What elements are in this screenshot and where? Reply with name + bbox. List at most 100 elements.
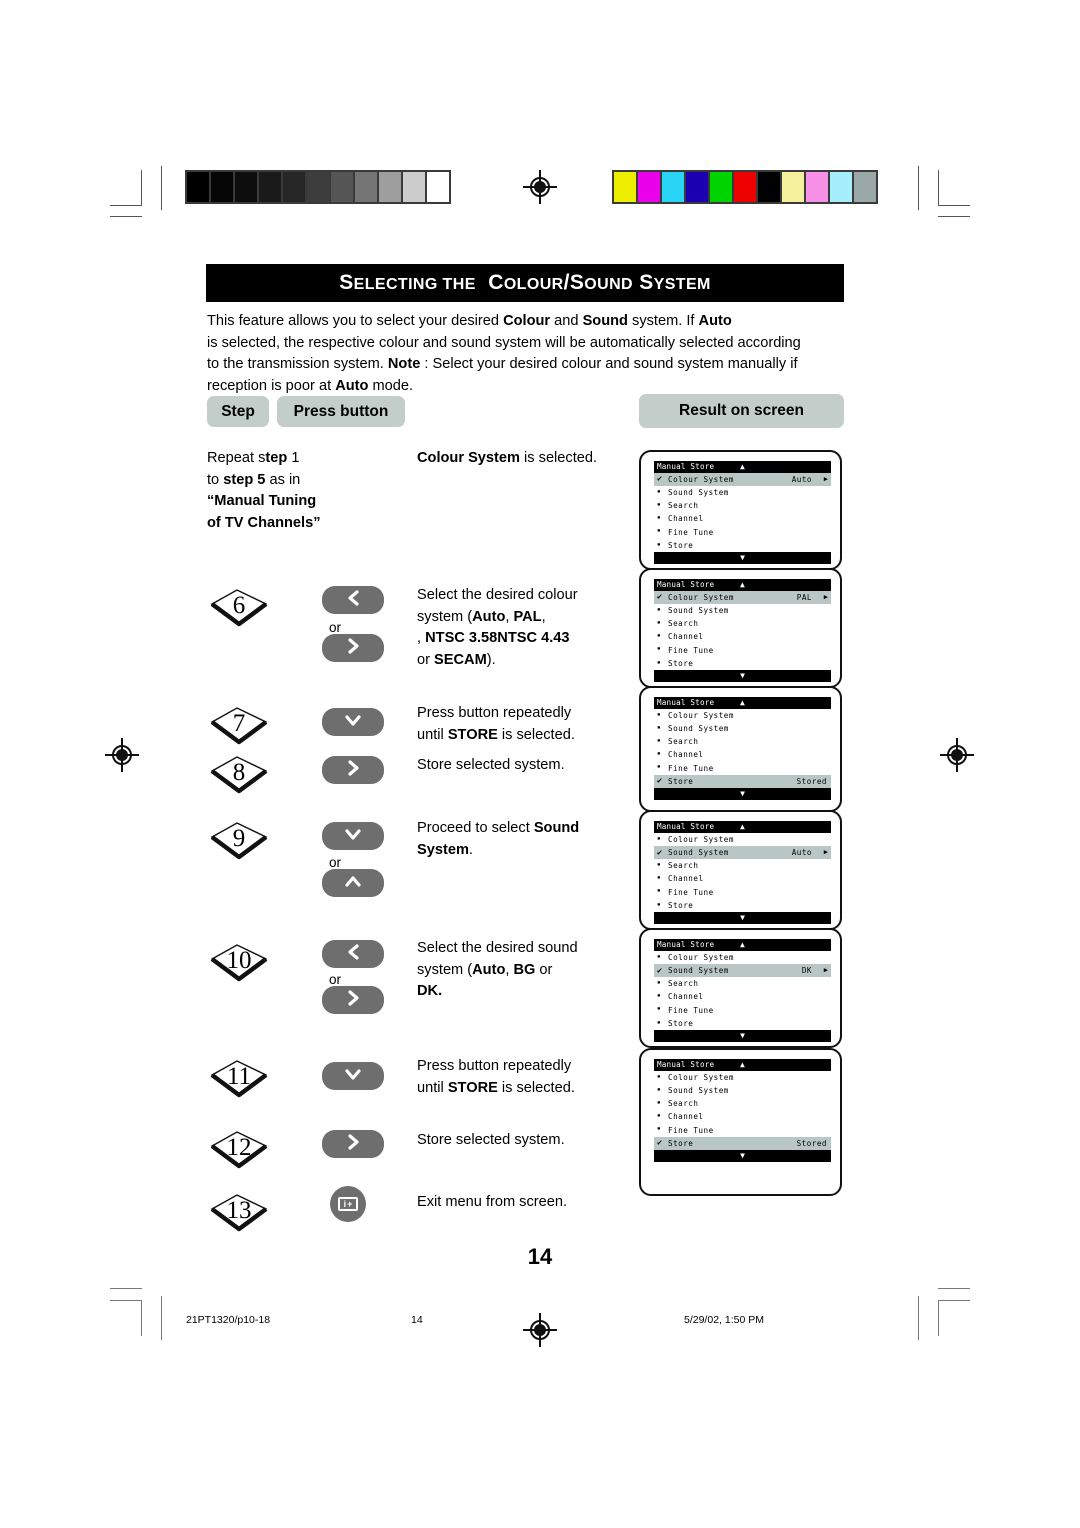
osd-menu-item[interactable]: ▪ Fine Tune [654, 886, 831, 899]
osd-menu-item[interactable]: ▪ Colour System [654, 833, 831, 846]
osd-menu-item[interactable]: ▪ Channel [654, 873, 831, 886]
osd-item-label: Channel [668, 874, 704, 884]
scroll-down-icon[interactable]: ▼ [740, 914, 745, 922]
step-description-line: system (Auto, PAL, [417, 607, 637, 629]
bullet-icon: ▪ [657, 1098, 661, 1106]
bullet-icon: ▪ [657, 900, 661, 908]
osd-menu-item[interactable]: ▪ Search [654, 859, 831, 872]
chevron-left-button[interactable] [322, 940, 384, 968]
osd-menu-item[interactable]: ▪ Colour System [654, 1071, 831, 1084]
osd-menu-item[interactable]: ▪ Store [654, 899, 831, 912]
scroll-up-icon[interactable]: ▲ [740, 581, 745, 589]
step-number: 7 [232, 710, 246, 737]
osd-menu-item[interactable]: ▪ Search [654, 1097, 831, 1110]
column-header-result-on-screen: Result on screen [639, 394, 844, 428]
greyscale-swatch [307, 172, 329, 202]
osd-menu-item[interactable]: ▪ Colour System [654, 709, 831, 722]
bullet-icon: ▪ [657, 658, 661, 666]
chevron-right-button[interactable] [322, 756, 384, 784]
scroll-down-icon[interactable]: ▼ [740, 1032, 745, 1040]
chevron-left-button[interactable] [322, 586, 384, 614]
osd-menu-item[interactable]: ▪ Channel [654, 1111, 831, 1124]
osd-menu-item[interactable]: ▪ Store [654, 657, 831, 670]
scroll-down-icon[interactable]: ▼ [740, 790, 745, 798]
chevron-down-button[interactable] [322, 822, 384, 850]
scroll-down-icon[interactable]: ▼ [740, 1152, 745, 1160]
chevron-right-icon[interactable]: ▶ [824, 594, 828, 601]
osd-menu-item[interactable]: ✔ Store Stored [654, 774, 831, 789]
tv-screen: Manual Store ▲ ▪ Colour System ▪ Sound System… [639, 1048, 842, 1196]
chevron-up-button[interactable] [322, 869, 384, 897]
osd-menu-item[interactable]: ▪ Fine Tune [654, 644, 831, 657]
osd-menu-item[interactable]: ▪ Channel [654, 991, 831, 1004]
osd-menu-item[interactable]: ▪ Sound System [654, 722, 831, 735]
scroll-up-icon[interactable]: ▲ [740, 823, 745, 831]
chevron-right-button[interactable] [322, 634, 384, 662]
frl4: of TV Channels” [207, 514, 321, 531]
chevron-right-button[interactable] [322, 986, 384, 1014]
scroll-down-icon[interactable]: ▼ [740, 554, 745, 562]
osd-menu-item[interactable]: ▪ Search [654, 617, 831, 630]
osd-menu-item[interactable]: ▪ Fine Tune [654, 1004, 831, 1017]
step-description-line: System. [417, 840, 637, 862]
step-text-fragment: PAL [513, 608, 542, 625]
chevron-right-icon[interactable]: ▶ [824, 967, 828, 974]
registration-mark-right [940, 738, 974, 772]
tv-screen: Manual Store ▲ ✔ Colour System PAL ▶ ▪ Sound Sy… [639, 568, 842, 688]
greyscale-control-strip [185, 170, 451, 204]
scroll-up-icon[interactable]: ▲ [740, 699, 745, 707]
first-row-desc-line: Colour System is selected. [417, 448, 632, 470]
osd-menu-item[interactable]: ▪ Channel [654, 631, 831, 644]
step-description: Select the desired sound system (Auto, BG… [417, 938, 637, 1003]
greyscale-swatch [403, 172, 425, 202]
osd-menu-item[interactable]: ▪ Search [654, 499, 831, 512]
intro-line-1: This feature allows you to select your d… [207, 311, 857, 333]
menu-info-button[interactable]: i + [330, 1186, 366, 1222]
osd-menu-item[interactable]: ▪ Fine Tune [654, 1124, 831, 1137]
scroll-up-icon[interactable]: ▲ [740, 463, 745, 471]
step-description: Store selected system. [417, 755, 637, 777]
step-text-fragment: Press button repeatedly [417, 1058, 572, 1074]
bullet-icon: ▪ [657, 834, 661, 842]
osd-menu-item[interactable]: ▪ Search [654, 735, 831, 748]
osd-footer-bar: ▼ [654, 1150, 831, 1163]
chevron-right-icon[interactable]: ▶ [824, 849, 828, 856]
osd-menu-item[interactable]: ✔ Sound System DK ▶ [654, 964, 831, 978]
chevron-down-button[interactable] [322, 708, 384, 736]
osd-menu-item[interactable]: ✔ Colour System Auto ▶ [654, 473, 831, 487]
scroll-up-icon[interactable]: ▲ [740, 1061, 745, 1069]
osd-menu-item[interactable]: ✔ Store Stored [654, 1136, 831, 1151]
step-description: Proceed to select Sound System. [417, 818, 637, 861]
osd-item-label: Fine Tune [668, 527, 714, 537]
osd-item-label: Channel [668, 750, 704, 760]
scroll-down-icon[interactable]: ▼ [740, 672, 745, 680]
osd-menu-item[interactable]: ▪ Store [654, 539, 831, 552]
osd-menu-item[interactable]: ✔ Sound System Auto ▶ [654, 846, 831, 860]
osd-menu-item[interactable]: ▪ Sound System [654, 486, 831, 499]
osd-menu-item[interactable]: ▪ Search [654, 977, 831, 990]
scroll-up-icon[interactable]: ▲ [740, 941, 745, 949]
chevron-right-button[interactable] [322, 1130, 384, 1158]
osd-menu-item[interactable]: ▪ Store [654, 1017, 831, 1030]
osd-menu-item[interactable]: ▪ Channel [654, 513, 831, 526]
chevron-right-icon [342, 1131, 364, 1158]
osd-menu-item[interactable]: ▪ Colour System [654, 951, 831, 964]
intro-paragraph: This feature allows you to select your d… [207, 311, 857, 397]
result-on-screen-stack: Manual Store ▲ ✔ Colour System Auto ▶ ▪ Sound S… [639, 450, 842, 1198]
osd-menu-item[interactable]: ▪ Sound System [654, 604, 831, 617]
osd-menu-item[interactable]: ▪ Fine Tune [654, 762, 831, 775]
osd-item-label: Fine Tune [668, 1125, 714, 1135]
step-description-line: Proceed to select Sound [417, 818, 637, 840]
check-icon: ✔ [657, 776, 663, 787]
osd-menu-item[interactable]: ✔ Colour System PAL ▶ [654, 591, 831, 605]
greyscale-swatch [259, 172, 281, 202]
osd-item-label: Search [668, 979, 699, 989]
bullet-icon: ▪ [657, 750, 661, 758]
chevron-right-icon[interactable]: ▶ [824, 476, 828, 483]
osd-menu-item[interactable]: ▪ Fine Tune [654, 526, 831, 539]
chevron-down-button[interactable] [322, 1062, 384, 1090]
intro-l1-colour: Colour [503, 313, 551, 329]
or-label: or [329, 620, 342, 635]
osd-menu-item[interactable]: ▪ Sound System [654, 1084, 831, 1097]
osd-menu-item[interactable]: ▪ Channel [654, 749, 831, 762]
